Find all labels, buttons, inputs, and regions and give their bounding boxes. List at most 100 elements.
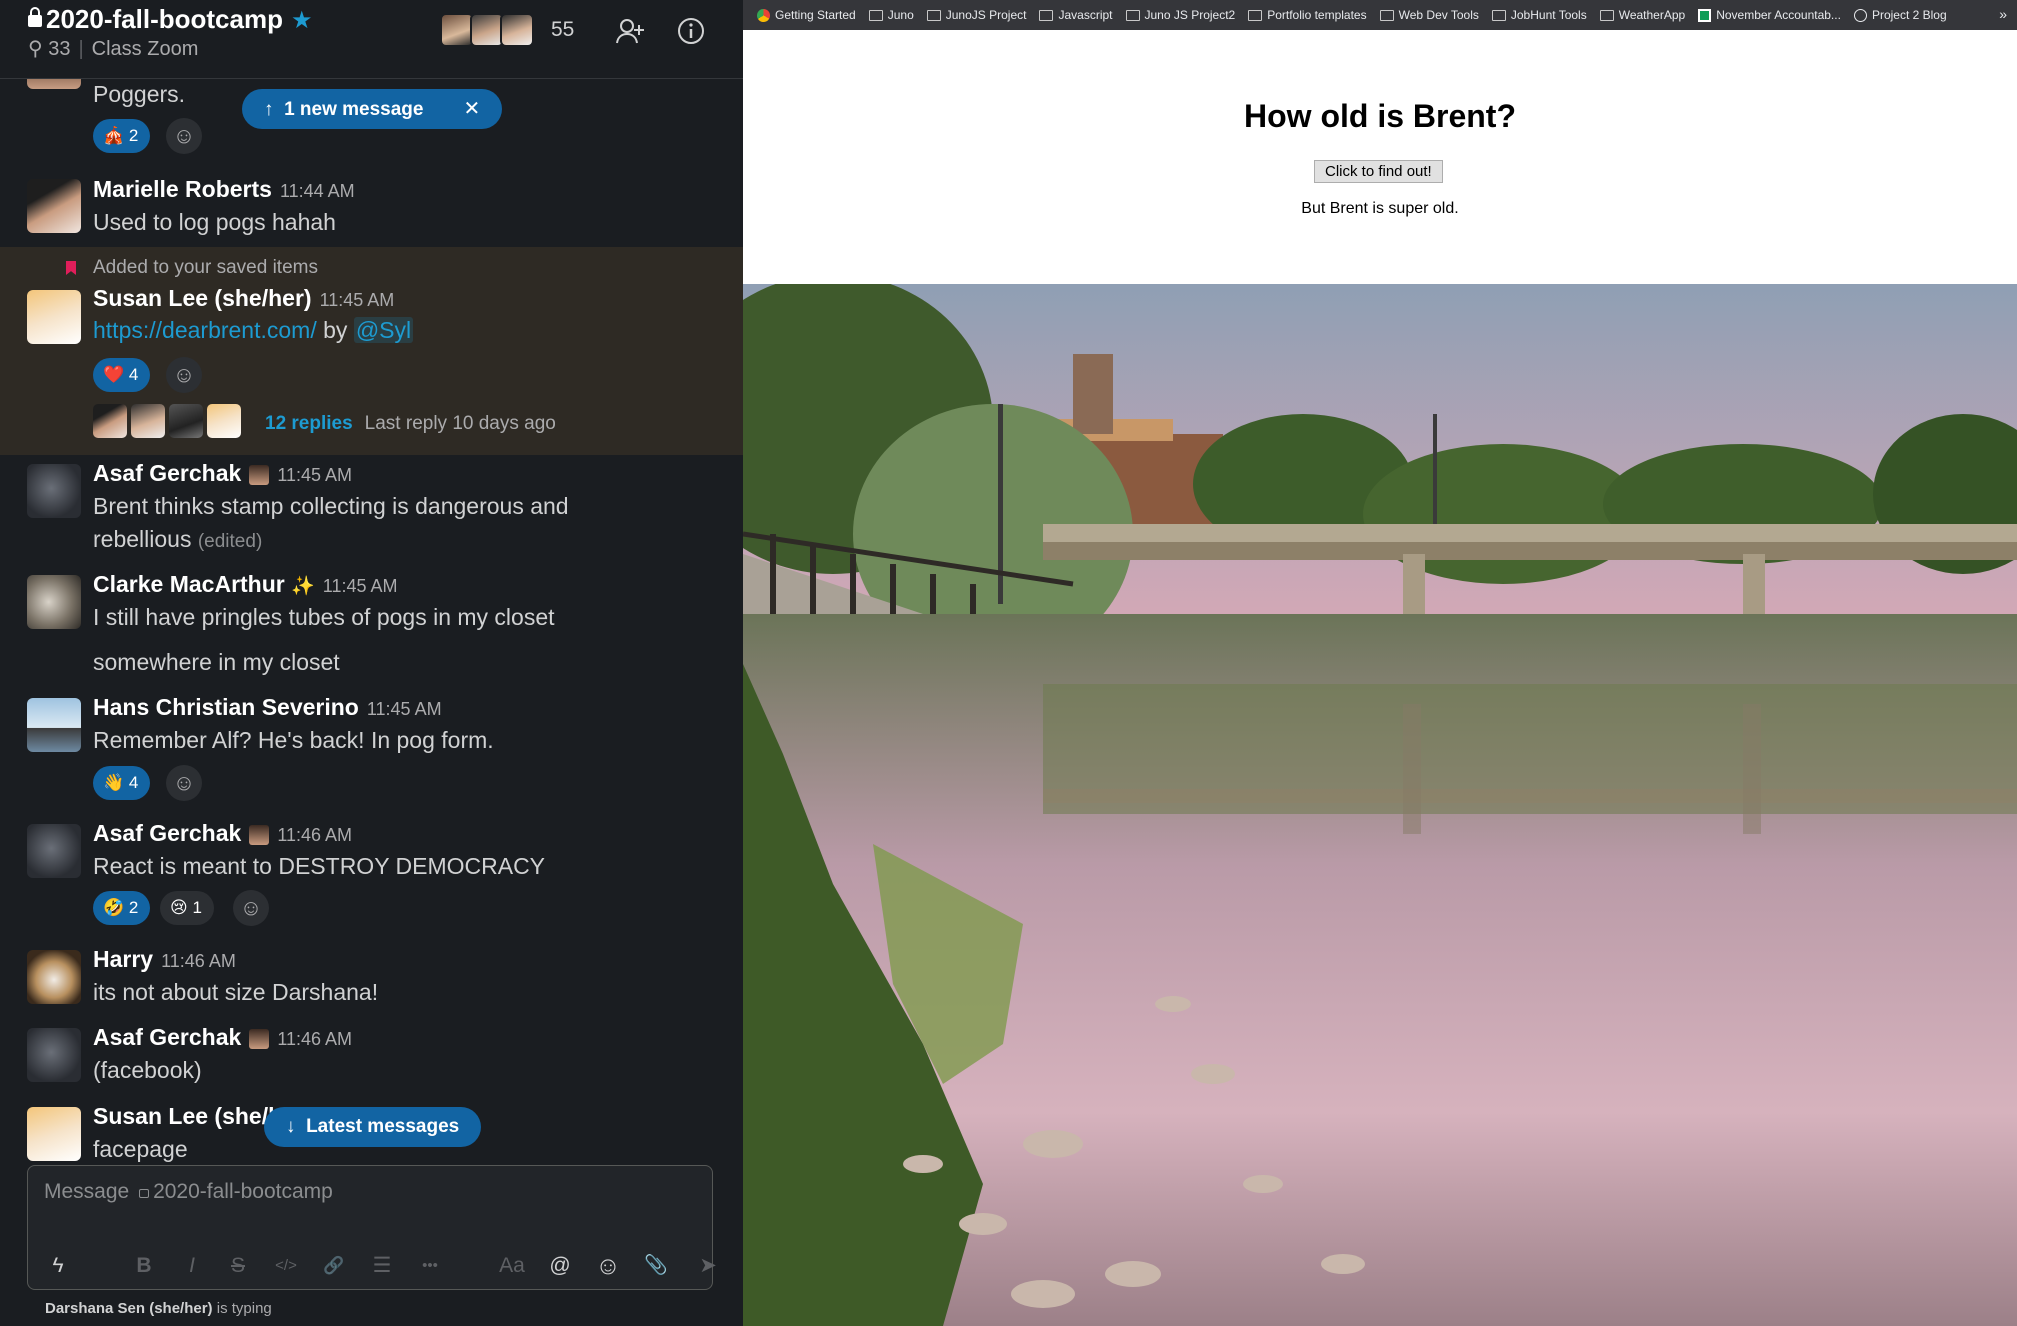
message-author[interactable]: Clarke MacArthur ✨ 11:45 AM (93, 571, 398, 598)
bold-button[interactable]: B (128, 1246, 160, 1286)
new-message-banner[interactable]: ↑ 1 new message ✕ (242, 89, 503, 129)
message-text: (facebook) (93, 1057, 202, 1083)
format-button[interactable]: Aa (496, 1246, 528, 1286)
message-input[interactable]: Message 2020-fall-bootcamp (44, 1180, 333, 1204)
info-icon[interactable] (675, 15, 707, 47)
add-reaction-icon[interactable]: ☺ (233, 890, 269, 926)
pin-icon[interactable]: ⚲ (28, 38, 43, 60)
message-text: somewhere in my closet (93, 649, 340, 675)
saved-label: Added to your saved items (93, 257, 318, 278)
message-time[interactable]: 11:45 AM (320, 290, 395, 310)
channel-meta: ⚲ 33 | Class Zoom (28, 38, 199, 60)
message-author[interactable]: Hans Christian Severino 11:45 AM (93, 694, 442, 721)
reaction-count: 4 (128, 773, 139, 792)
find-out-button[interactable]: Click to find out! (1314, 160, 1443, 183)
folder-icon (1248, 9, 1263, 21)
status-icon (249, 464, 270, 485)
member-count[interactable]: 55 (551, 18, 574, 42)
add-member-icon[interactable] (614, 15, 646, 47)
reaction[interactable]: ❤️ 4 (93, 358, 151, 392)
message-time[interactable]: 11:46 AM (277, 1029, 352, 1049)
bookmark-blog[interactable]: Project 2 Blog (1853, 8, 1947, 22)
typing-indicator: Darshana Sen (she/her) is typing (45, 1300, 272, 1317)
message-text: facepage (93, 1136, 188, 1162)
reaction[interactable]: 🎪 2 (93, 119, 151, 153)
bookmark-folder[interactable]: WeatherApp (1599, 8, 1685, 22)
bookmark-folder[interactable]: Portfolio templates (1248, 8, 1367, 22)
folder-icon (1491, 9, 1506, 21)
avatar (500, 13, 534, 47)
bookmarks-bar: Getting Started Juno JunoJS Project Java… (743, 0, 2017, 30)
more-icon[interactable]: ••• (414, 1246, 446, 1286)
by-text: by (323, 317, 348, 343)
bookmarks-overflow-icon[interactable]: » (1999, 6, 2007, 22)
arrow-up-icon: ↑ (264, 99, 274, 120)
attach-icon[interactable]: 📎 (640, 1246, 672, 1286)
message-author[interactable]: Susan Lee (she/her) 11:45 AM (93, 285, 394, 312)
latest-messages-button[interactable]: ↓ Latest messages (264, 1107, 482, 1147)
avatar (27, 1107, 81, 1161)
message-text: rebellious (93, 526, 192, 552)
message-text: Brent thinks stamp collecting is dangero… (93, 493, 569, 519)
pin-count[interactable]: 33 (48, 38, 70, 60)
message-author[interactable]: Asaf Gerchak 11:46 AM (93, 820, 352, 847)
reaction-count: 2 (128, 126, 139, 145)
reaction[interactable]: 👋 4 (93, 766, 151, 800)
message-time[interactable]: 11:44 AM (280, 181, 355, 201)
bookmark-getting-started[interactable]: Getting Started (757, 8, 856, 22)
folder-icon (1125, 9, 1140, 21)
thread-replies-link[interactable]: 12 replies Last reply 10 days ago (265, 413, 556, 435)
bookmark-folder[interactable]: JunoJS Project (926, 8, 1026, 22)
bookmark-folder[interactable]: Juno JS Project2 (1125, 8, 1235, 22)
shortcuts-icon[interactable]: ϟ (42, 1246, 74, 1286)
mention-icon[interactable]: @ (544, 1246, 576, 1286)
avatar (27, 575, 81, 629)
reaction[interactable]: 🤣 2 (93, 891, 151, 925)
add-reaction-icon[interactable]: ☺ (166, 765, 202, 801)
avatar (27, 179, 81, 233)
message-time[interactable]: 11:45 AM (277, 465, 352, 485)
globe-icon (1853, 8, 1867, 22)
italic-button[interactable]: I (176, 1246, 208, 1286)
bookmark-folder[interactable]: Javascript (1039, 8, 1113, 22)
message-time[interactable]: 11:46 AM (277, 825, 352, 845)
sheets-icon (1698, 8, 1712, 22)
folder-icon (926, 9, 941, 21)
bookmark-folder[interactable]: Web Dev Tools (1379, 8, 1479, 22)
code-button[interactable]: </> (270, 1246, 302, 1286)
channel-topic[interactable]: Class Zoom (92, 38, 199, 60)
folder-icon (1379, 9, 1394, 21)
add-reaction-icon[interactable]: ☺ (166, 357, 202, 393)
emoji-icon[interactable]: ☺ (592, 1246, 624, 1286)
thread-avatars[interactable] (93, 404, 241, 438)
message-author[interactable]: Susan Lee (she/h (93, 1103, 282, 1130)
message-author[interactable]: Asaf Gerchak 11:46 AM (93, 1024, 352, 1051)
reaction-count: 4 (128, 365, 139, 384)
star-icon[interactable]: ★ (291, 7, 313, 34)
message-author[interactable]: Harry 11:46 AM (93, 946, 236, 973)
bookmark-folder[interactable]: Juno (868, 8, 914, 22)
message-time[interactable]: 11:45 AM (367, 699, 442, 719)
strike-button[interactable]: S (222, 1246, 254, 1286)
add-reaction-icon[interactable]: ☺ (166, 118, 202, 154)
message-composer[interactable]: Message 2020-fall-bootcamp ϟ B I S </> 🔗… (27, 1165, 717, 1290)
message-author[interactable]: Asaf Gerchak 11:45 AM (93, 460, 352, 487)
channel-title[interactable]: 2020-fall-bootcamp ★ (28, 4, 312, 35)
close-icon[interactable]: ✕ (463, 98, 480, 120)
link-icon[interactable]: 🔗 (318, 1246, 350, 1286)
send-button[interactable]: ➤ (692, 1246, 724, 1286)
message-link[interactable]: https://dearbrent.com/ (93, 317, 317, 343)
avatar (169, 404, 203, 438)
bookmark-sheet[interactable]: November Accountab... (1698, 8, 1841, 22)
list-icon[interactable]: ☰ (366, 1246, 398, 1286)
member-avatars[interactable] (440, 13, 534, 47)
avatar (131, 404, 165, 438)
user-mention[interactable]: @Syl (353, 317, 414, 343)
message-time[interactable]: 11:46 AM (161, 951, 236, 971)
lock-icon (139, 1189, 150, 1198)
message: Marielle Roberts 11:44 AM Used to log pog… (0, 174, 743, 254)
reaction[interactable]: 😢 1 (160, 891, 214, 925)
message-time[interactable]: 11:45 AM (323, 576, 398, 596)
message-author[interactable]: Marielle Roberts 11:44 AM (93, 176, 355, 203)
bookmark-folder[interactable]: JobHunt Tools (1491, 8, 1587, 22)
